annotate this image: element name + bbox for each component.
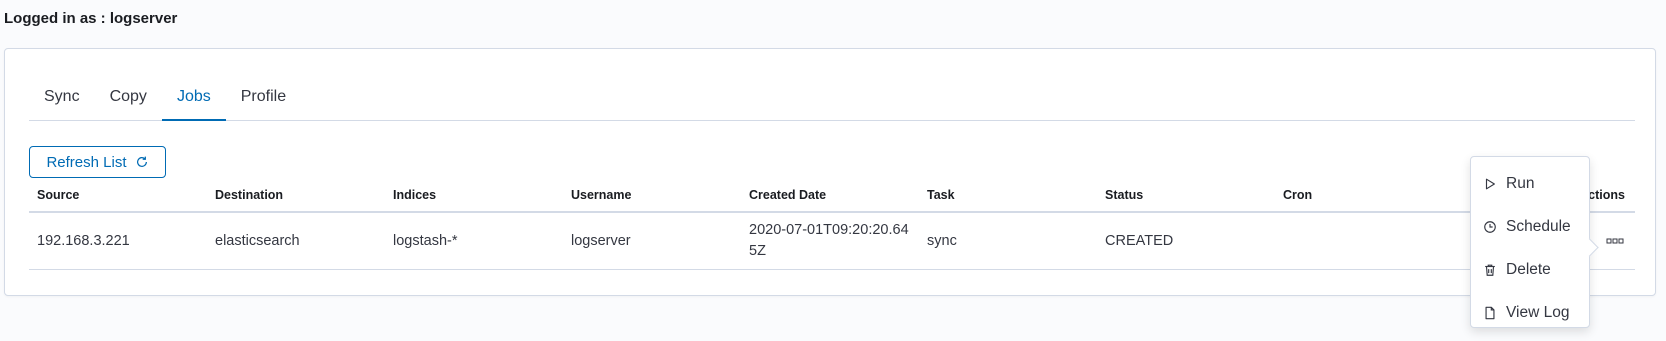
menu-item-run-label: Run	[1506, 174, 1535, 192]
cell-status: CREATED	[1105, 233, 1174, 249]
tab-sync[interactable]: Sync	[29, 73, 95, 120]
tab-bar: Sync Copy Jobs Profile	[29, 73, 1635, 121]
menu-item-view-log-label: View Log	[1506, 303, 1570, 321]
logged-in-label: Logged in as : logserver	[4, 10, 178, 27]
refresh-list-label: Refresh List	[46, 153, 127, 171]
menu-item-delete-label: Delete	[1506, 260, 1551, 278]
jobs-table: Source Destination Indices Username Crea…	[29, 179, 1635, 270]
menu-item-delete[interactable]: Delete	[1471, 248, 1589, 291]
cell-destination: elasticsearch	[215, 233, 300, 249]
table-header: Source Destination Indices Username Crea…	[29, 179, 1635, 213]
cell-username: logserver	[571, 233, 631, 249]
tab-profile[interactable]: Profile	[226, 73, 301, 120]
table-row: 192.168.3.221 elasticsearch logstash-* l…	[29, 213, 1635, 270]
menu-item-view-log[interactable]: View Log	[1471, 291, 1589, 334]
clock-icon	[1484, 220, 1496, 233]
play-icon	[1485, 178, 1495, 189]
column-header-username[interactable]: Username	[563, 188, 741, 202]
menu-item-schedule[interactable]: Schedule	[1471, 205, 1589, 248]
cell-source: 192.168.3.221	[37, 233, 130, 249]
jobs-panel: Sync Copy Jobs Profile Refresh List Sour…	[4, 48, 1656, 296]
tab-copy[interactable]: Copy	[95, 73, 162, 120]
refresh-list-button[interactable]: Refresh List	[29, 146, 166, 178]
trash-icon	[1485, 264, 1495, 276]
cell-task: sync	[927, 233, 957, 249]
column-header-created-date[interactable]: Created Date	[741, 188, 919, 202]
refresh-icon	[136, 156, 147, 167]
menu-item-run[interactable]: Run	[1471, 162, 1589, 205]
cell-created-date: 2020-07-01T09:20:20.645Z	[749, 222, 909, 259]
column-header-task[interactable]: Task	[919, 188, 1097, 202]
tab-jobs[interactable]: Jobs	[161, 73, 226, 121]
column-header-source[interactable]: Source	[29, 188, 207, 202]
cell-indices: logstash-*	[393, 233, 458, 249]
actions-popover: Run Schedule Delete View Log	[1470, 156, 1590, 328]
column-header-status[interactable]: Status	[1097, 188, 1275, 202]
column-header-cron[interactable]: Cron	[1275, 188, 1453, 202]
more-actions-icon[interactable]	[1605, 234, 1625, 248]
document-icon	[1485, 306, 1495, 319]
column-header-destination[interactable]: Destination	[207, 188, 385, 202]
column-header-indices[interactable]: Indices	[385, 188, 563, 202]
menu-item-schedule-label: Schedule	[1506, 217, 1571, 235]
